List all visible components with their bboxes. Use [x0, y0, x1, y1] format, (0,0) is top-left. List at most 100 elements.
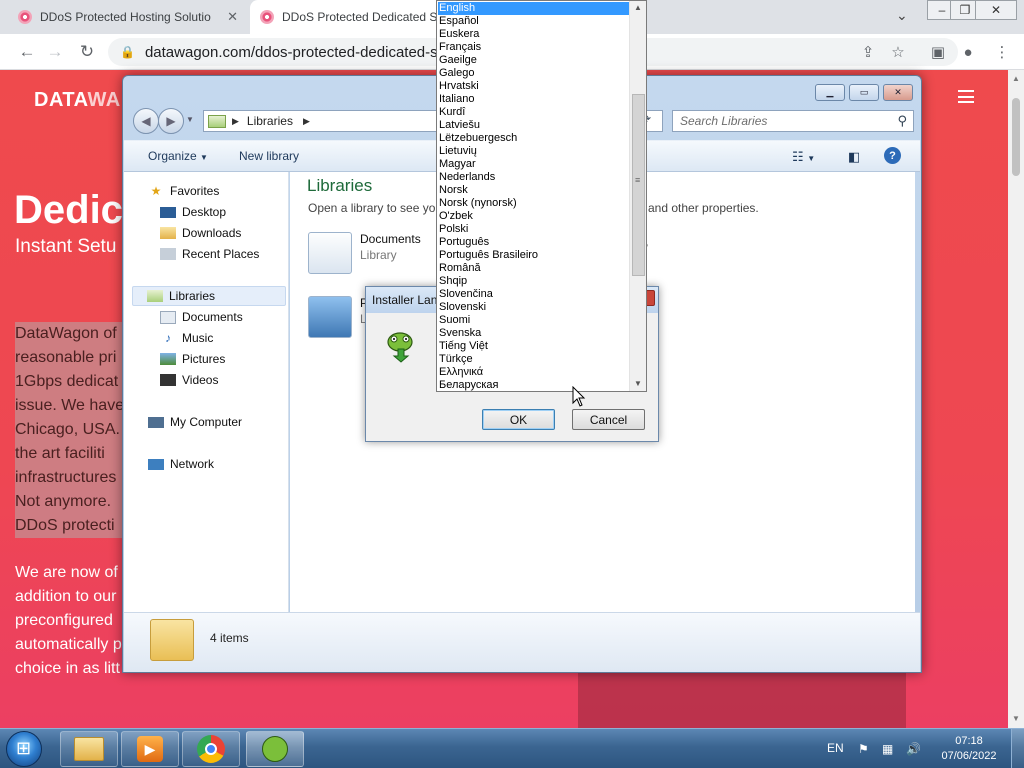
scroll-down-icon[interactable]: ▼: [1012, 714, 1020, 723]
language-option[interactable]: Italiano: [438, 93, 630, 106]
language-option[interactable]: Kurdî: [438, 106, 630, 119]
cancel-button[interactable]: Cancel: [572, 409, 645, 430]
language-option[interactable]: Ελληνικά: [438, 366, 630, 379]
language-option[interactable]: Svenska: [438, 327, 630, 340]
minimize-icon[interactable]: ▁: [815, 84, 845, 101]
language-option[interactable]: Norsk (nynorsk): [438, 197, 630, 210]
back-icon[interactable]: ◀: [133, 108, 159, 134]
back-icon[interactable]: ←: [16, 41, 38, 63]
library-documents[interactable]: Documents Library: [308, 232, 421, 274]
videos-icon: [160, 374, 176, 386]
new-library-button[interactable]: New library: [239, 149, 299, 163]
language-option[interactable]: Norsk: [438, 184, 630, 197]
language-option[interactable]: Nederlands: [438, 171, 630, 184]
language-option[interactable]: Беларуская: [438, 379, 630, 391]
nav-pictures[interactable]: Pictures: [160, 349, 225, 369]
language-indicator[interactable]: EN: [827, 741, 844, 755]
language-option[interactable]: Hrvatski: [438, 80, 630, 93]
language-option[interactable]: Magyar: [438, 158, 630, 171]
forward-icon[interactable]: ▶: [158, 108, 184, 134]
language-option[interactable]: Español: [438, 15, 630, 28]
side-panel-icon[interactable]: ▣: [928, 42, 948, 62]
site-logo[interactable]: DATAWA: [34, 89, 121, 112]
search-icon[interactable]: ⚲: [897, 113, 907, 129]
nav-my-computer[interactable]: My Computer: [148, 412, 242, 432]
scroll-up-icon[interactable]: ▲: [1012, 74, 1020, 83]
start-button[interactable]: ⊞: [6, 731, 42, 767]
language-option[interactable]: Latviešu: [438, 119, 630, 132]
chevron-right-icon[interactable]: ▶: [232, 116, 239, 127]
language-option[interactable]: Slovenski: [438, 301, 630, 314]
taskbar-chrome[interactable]: [182, 731, 240, 767]
language-option[interactable]: Gaeilge: [438, 54, 630, 67]
close-icon[interactable]: ✕: [227, 9, 238, 25]
view-options-icon[interactable]: ☷ ▼: [792, 149, 815, 165]
nav-desktop[interactable]: Desktop: [160, 202, 226, 222]
scroll-thumb[interactable]: [1012, 98, 1020, 176]
scroll-thumb[interactable]: [632, 94, 645, 276]
language-option[interactable]: English: [438, 2, 630, 15]
language-dropdown-list[interactable]: English Español Euskera Français Gaeilge Gale…: [436, 0, 647, 392]
maximize-icon[interactable]: ▭: [849, 84, 879, 101]
menu-dots-icon[interactable]: ⋮: [992, 42, 1012, 62]
star-icon[interactable]: ☆: [888, 42, 908, 62]
language-option[interactable]: Română: [438, 262, 630, 275]
language-option[interactable]: Português Brasileiro: [438, 249, 630, 262]
profile-icon[interactable]: ●: [958, 42, 978, 62]
language-option[interactable]: Galego: [438, 67, 630, 80]
ok-button[interactable]: OK: [482, 409, 555, 430]
scroll-up-icon[interactable]: ▲: [634, 3, 642, 12]
nav-music[interactable]: ♪ Music: [160, 328, 213, 348]
language-option[interactable]: Slovenčina: [438, 288, 630, 301]
reload-icon[interactable]: ↻: [76, 41, 98, 63]
action-center-icon[interactable]: ⚑: [858, 742, 869, 756]
organize-button[interactable]: Organize ▼: [148, 149, 208, 163]
nav-libraries[interactable]: Libraries: [132, 286, 286, 306]
search-input[interactable]: Search Libraries ⚲: [672, 110, 914, 132]
language-option[interactable]: Euskera: [438, 28, 630, 41]
share-icon[interactable]: ⇪: [858, 42, 878, 62]
language-list-scrollbar[interactable]: ▲▼: [629, 1, 646, 391]
tab-ddos-hosting[interactable]: DDoS Protected Hosting Solutio ✕: [8, 0, 248, 34]
taskbar-media-player[interactable]: ▶: [121, 731, 179, 767]
nav-downloads[interactable]: Downloads: [160, 223, 241, 243]
language-option[interactable]: Polski: [438, 223, 630, 236]
scroll-down-icon[interactable]: ▼: [634, 379, 642, 388]
taskbar-explorer[interactable]: [60, 731, 118, 767]
language-option[interactable]: Shqip: [438, 275, 630, 288]
music-icon: ♪: [165, 331, 171, 345]
language-option[interactable]: O'zbek: [438, 210, 630, 223]
nav-videos[interactable]: Videos: [160, 370, 218, 390]
preview-pane-icon[interactable]: ◧: [848, 149, 860, 165]
network-status-icon[interactable]: ▦: [882, 742, 893, 756]
hamburger-menu-icon[interactable]: [958, 90, 974, 103]
nav-recent-places[interactable]: Recent Places: [160, 244, 259, 264]
recent-pages-icon[interactable]: ▼: [186, 115, 194, 124]
breadcrumb-libraries[interactable]: Libraries: [247, 114, 293, 128]
library-type: Library: [360, 248, 397, 262]
volume-icon[interactable]: 🔊: [906, 742, 921, 756]
forward-icon[interactable]: →: [44, 41, 66, 63]
close-window-icon[interactable]: ✕: [975, 0, 1017, 20]
clock[interactable]: 07:18 07/06/2022: [934, 734, 1004, 764]
nav-favorites[interactable]: ★ Favorites: [148, 181, 220, 201]
language-option[interactable]: Português: [438, 236, 630, 249]
language-option[interactable]: Suomi: [438, 314, 630, 327]
nav-network[interactable]: Network: [148, 454, 214, 474]
nav-documents[interactable]: Documents: [160, 307, 243, 327]
chevron-right-icon[interactable]: ▶: [303, 116, 310, 127]
help-icon[interactable]: ?: [884, 147, 901, 164]
tab-ddos-dedicated[interactable]: DDoS Protected Dedicated Se: [250, 0, 450, 34]
clock-date: 07/06/2022: [941, 750, 997, 762]
language-option[interactable]: Lëtzebuergesch: [438, 132, 630, 145]
language-option[interactable]: Lietuvių: [438, 145, 630, 158]
page-scrollbar[interactable]: ▲ ▼: [1008, 70, 1024, 728]
chevron-down-icon[interactable]: ⌄: [896, 7, 908, 24]
library-pictures[interactable]: P L: [308, 296, 368, 338]
close-icon[interactable]: ✕: [883, 84, 913, 101]
language-option[interactable]: Français: [438, 41, 630, 54]
taskbar-installer[interactable]: [246, 731, 304, 767]
show-desktop-button[interactable]: [1011, 729, 1024, 768]
language-option[interactable]: Tiếng Việt: [438, 340, 630, 353]
language-option[interactable]: Türkçe: [438, 353, 630, 366]
